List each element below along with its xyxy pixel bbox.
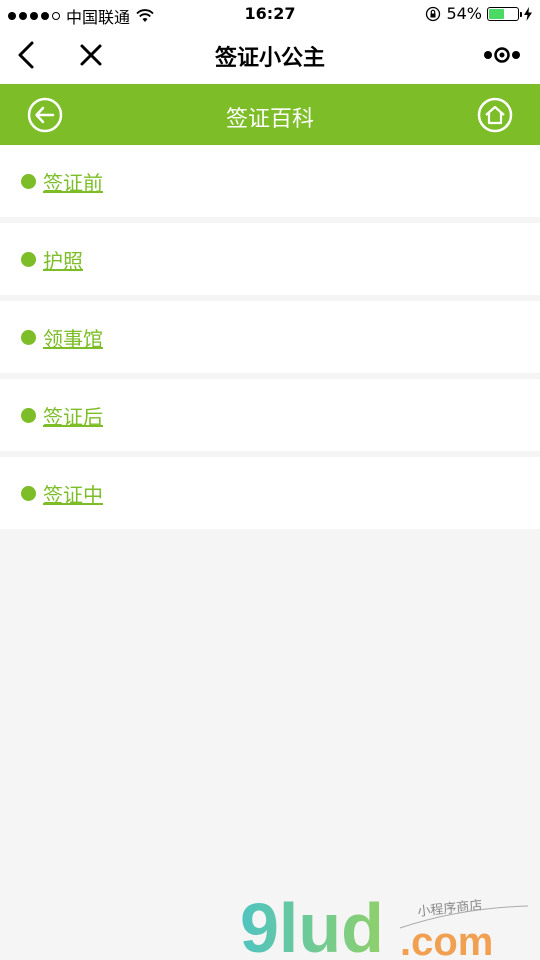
back-chevron-icon[interactable] [14, 40, 42, 70]
navigation-bar: 签证小公主 [0, 28, 540, 84]
battery-icon [487, 6, 522, 21]
watermark-logo: 9lud .com 小程序商店 [240, 889, 529, 960]
topic-link[interactable]: 领事馆 [43, 323, 103, 352]
battery-percent: 54% [446, 4, 482, 23]
more-dots-icon[interactable] [482, 46, 522, 64]
section-title: 签证百科 [225, 107, 314, 132]
list-item[interactable]: 领事馆 [0, 301, 540, 373]
list-item[interactable]: 签证后 [0, 379, 540, 451]
bullet-dot-icon [21, 485, 36, 501]
list-item[interactable]: 签证前 [0, 145, 540, 217]
orientation-lock-icon [426, 6, 441, 21]
topic-link[interactable]: 护照 [43, 245, 83, 274]
circle-arrow-left-icon[interactable] [27, 97, 63, 133]
watermark-tagline: 小程序商店 [417, 898, 483, 920]
close-icon[interactable] [78, 41, 104, 69]
charging-bolt-icon [524, 6, 532, 21]
bullet-dot-icon [21, 329, 36, 345]
list-item[interactable]: 签证中 [0, 457, 540, 529]
status-bar: 中国联通 16:27 54% [0, 0, 540, 28]
topic-link[interactable]: 签证中 [43, 479, 103, 508]
home-circle-icon[interactable] [477, 97, 513, 133]
watermark-tld: .com [400, 920, 493, 960]
topic-link[interactable]: 签证前 [43, 167, 103, 196]
bullet-dot-icon [21, 173, 36, 189]
status-right: 54% [425, 4, 532, 23]
section-header: 签证百科 [0, 84, 540, 145]
bullet-dot-icon [21, 407, 36, 423]
bullet-dot-icon [21, 251, 36, 267]
topic-list: 签证前 护照 领事馆 签证后 签证中 [0, 145, 540, 535]
watermark-brand: 9lud [240, 889, 384, 960]
list-item[interactable]: 护照 [0, 223, 540, 295]
topic-link[interactable]: 签证后 [43, 401, 103, 430]
battery-fill [489, 8, 505, 19]
